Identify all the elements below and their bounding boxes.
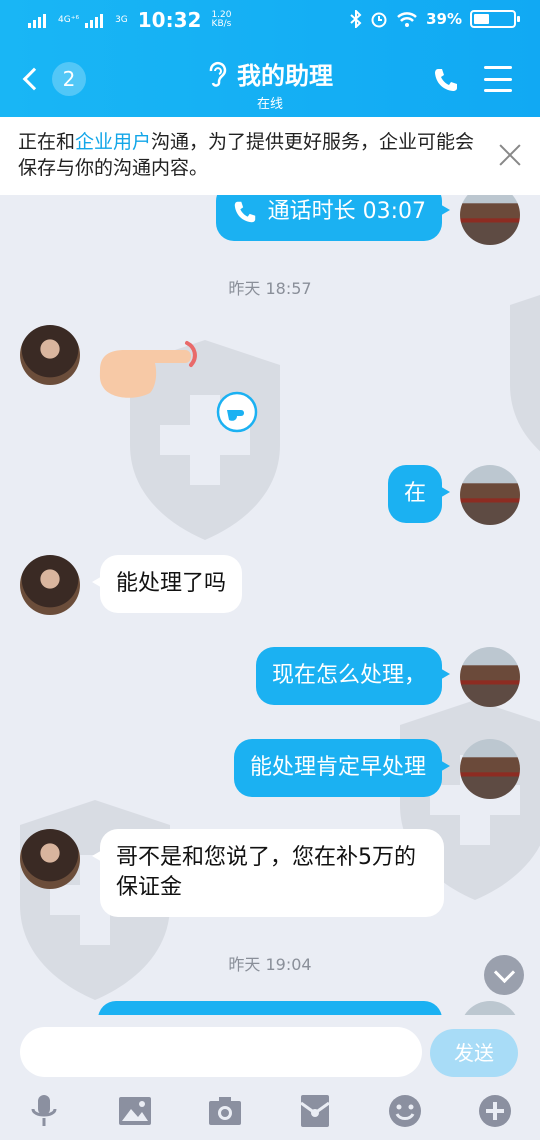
menu-line [484, 89, 512, 92]
message-input[interactable] [20, 1027, 422, 1077]
message-bubble-me[interactable]: 现在怎么处理， [255, 647, 451, 705]
menu-line [484, 66, 512, 69]
close-icon[interactable] [498, 143, 522, 167]
watermark-shield-icon [510, 295, 540, 452]
battery-icon [470, 10, 520, 28]
network-type-1: 4G⁺⁶ [58, 14, 80, 25]
sticker-badge-icon [216, 391, 258, 433]
navbar: 2 我的助理 在线 [0, 46, 540, 112]
wifi-icon [397, 12, 417, 27]
avatar-me[interactable] [460, 465, 520, 525]
notice-prefix: 正在和 [18, 131, 76, 153]
avatar-me[interactable] [460, 1001, 520, 1015]
message-bubble-me[interactable] [98, 1001, 442, 1015]
microphone-icon[interactable] [26, 1093, 62, 1129]
pointing-hand-icon[interactable] [95, 335, 205, 405]
network-speed: 1.20 KB/s [211, 11, 231, 29]
bluetooth-icon [350, 10, 362, 28]
input-bar: 发送 [0, 1015, 540, 1140]
signal-icon-2 [85, 14, 104, 28]
avatar-me[interactable] [460, 647, 520, 707]
avatar-me[interactable] [460, 739, 520, 799]
avatar-me[interactable] [460, 195, 520, 245]
avatar-assistant[interactable] [20, 829, 80, 889]
phone-icon [234, 201, 255, 223]
phone-icon[interactable] [432, 66, 460, 94]
page-title: 我的助理 [237, 62, 333, 90]
enterprise-user-link[interactable]: 企业用户 [75, 131, 151, 153]
input-toolbar [0, 1093, 540, 1133]
signal-icon [28, 14, 46, 28]
privacy-notice: 正在和企业用户沟通，为了提供更好服务，企业可能会保存与你的沟通内容。 [0, 117, 540, 195]
online-status: 在线 [256, 97, 283, 112]
header: 4G⁺⁶ 3G 10:32 1.20 KB/s 39% 2 我的助理 在线 [0, 0, 540, 117]
menu-button[interactable] [484, 66, 512, 92]
ear-icon[interactable] [207, 61, 227, 87]
plus-icon[interactable] [477, 1093, 513, 1129]
call-duration-text: 通话时长 03:07 [267, 199, 426, 224]
message-bubble-me[interactable]: 在 [387, 465, 451, 523]
call-record-bubble[interactable]: 通话时长 03:07 [215, 195, 451, 241]
image-icon[interactable] [117, 1093, 153, 1129]
message-bubble-them[interactable]: 哥不是和您说了，您在补5万的保证金 [92, 829, 444, 917]
send-button[interactable]: 发送 [430, 1029, 518, 1077]
timestamp: 昨天 19:04 [228, 955, 312, 974]
network-type-2: 3G [115, 14, 128, 25]
scroll-to-bottom-button[interactable] [484, 955, 524, 995]
status-bar: 4G⁺⁶ 3G 10:32 1.20 KB/s 39% [0, 0, 540, 42]
chat-area[interactable]: 通话时长 03:07 昨天 18:57 在 能处理了吗 现在怎么处理， 能处理肯… [0, 195, 540, 1015]
timestamp: 昨天 18:57 [228, 279, 312, 298]
message-bubble-me[interactable]: 能处理肯定早处理 [233, 739, 451, 797]
clock: 10:32 [137, 8, 202, 32]
alarm-icon [371, 12, 387, 28]
red-packet-icon[interactable] [297, 1093, 333, 1129]
message-bubble-them[interactable]: 能处理了吗 [91, 555, 243, 613]
avatar-assistant[interactable] [20, 555, 80, 615]
battery-percent: 39% [426, 10, 462, 28]
camera-icon[interactable] [207, 1093, 243, 1129]
menu-line [484, 77, 512, 81]
emoji-icon[interactable] [387, 1093, 423, 1129]
speed-unit: KB/s [211, 19, 232, 29]
avatar-assistant[interactable] [20, 325, 80, 385]
